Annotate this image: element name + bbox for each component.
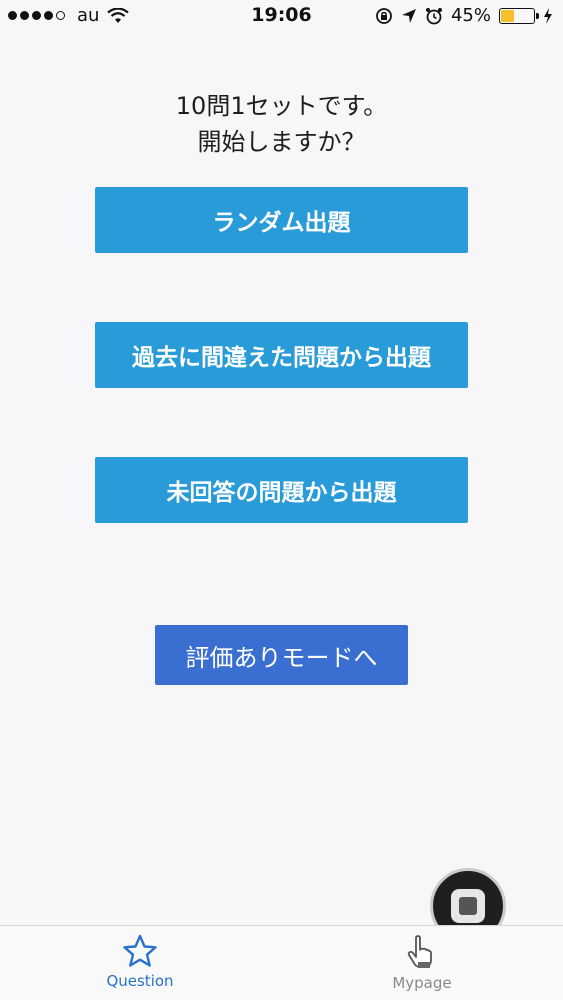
star-icon [123,934,157,967]
battery-icon [499,7,539,24]
battery-level-fill [501,9,515,22]
screen: au 19:06 45% 10問1セットです。 開始しますか？ ランダム出題 過… [0,0,563,1000]
battery-percent: 45% [450,5,491,26]
status-right: 45% [375,5,553,26]
tab-mypage[interactable]: Mypage [352,934,492,992]
alarm-clock-icon [425,7,442,24]
location-arrow-icon [401,8,416,23]
unanswered-questions-button[interactable]: 未回答の問題から出題 [95,457,468,523]
tab-question[interactable]: Question [70,934,210,990]
assistive-touch-icon [451,889,485,923]
random-question-button[interactable]: ランダム出題 [95,187,468,253]
tab-question-label: Question [106,972,174,990]
evaluation-mode-button[interactable]: 評価ありモードへ [155,625,408,685]
tab-mypage-label: Mypage [392,974,452,992]
pointing-hand-icon [407,935,432,968]
rotation-lock-icon [376,7,392,24]
prompt-line-1: 10問1セットです。 [175,92,388,120]
tab-bar: Question Mypage [0,925,563,1000]
quiz-start-prompt: 10問1セットです。 開始しますか？ [0,88,563,160]
status-bar: au 19:06 45% [0,0,563,32]
past-mistakes-button[interactable]: 過去に間違えた問題から出題 [95,322,468,388]
prompt-line-2: 開始しますか？ [197,128,366,156]
charging-bolt-icon [544,7,552,24]
